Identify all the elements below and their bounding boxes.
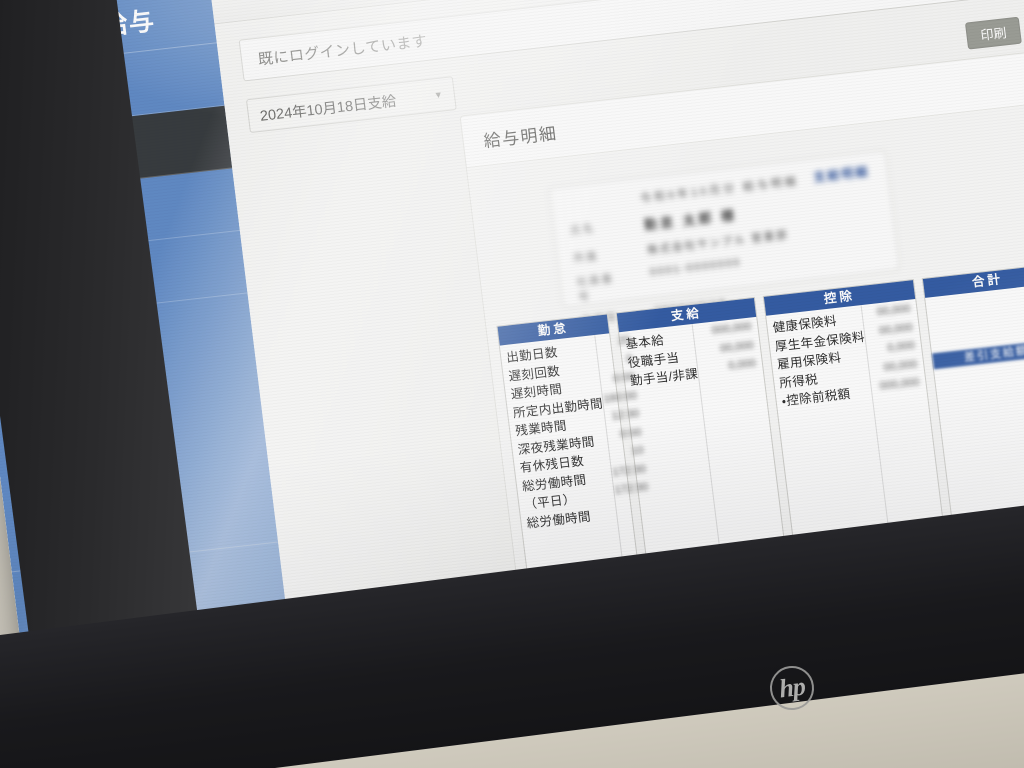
info-key: 社員番号 [575, 272, 615, 304]
period-select[interactable]: 2024年10月18日支給 ▼ [245, 76, 457, 134]
photo-scene: M Money Forward クラウド給与 ホーム 給与明 [0, 0, 1024, 768]
action-buttons: 印刷 [964, 9, 1024, 50]
info-key: 所属 [573, 250, 600, 265]
info-value: 勤怠 太郎 様 [643, 207, 738, 233]
table-rows: 出勤日数 遅刻回数 遅刻時間 所定内出勤時間 残業時間 深夜残業時間 有休残日数… [500, 330, 664, 579]
print-button[interactable]: 印刷 [964, 16, 1022, 50]
attendance-table: 勤怠 出勤日数 遅刻回数 遅刻時間 所定内出勤時間 残業時間 深夜残業時間 有休… [496, 313, 664, 585]
employee-info-card: 令和6年10月分 給与明細 支給明細 氏名 勤怠 太郎 様 所属 株式会社サンプ… [547, 149, 901, 342]
page-title: 給与明細 [232, 0, 360, 3]
deduction-table: 控除 健康保険料 厚生年金保険料 雇用保険料 所得税 ・控除前税額 00,000… [762, 279, 946, 556]
table-rows: 健康保険料 厚生年金保険料 雇用保険料 所得税 ・控除前税額 00,000 00… [766, 298, 945, 554]
info-key: 氏名 [569, 222, 596, 237]
chevron-down-icon: ▼ [433, 89, 444, 101]
info-value: 0001-0000000 [649, 256, 742, 279]
employee-card-badge: 支給明細 [812, 164, 871, 185]
table-header: 合計 [922, 264, 1024, 298]
document-icon [232, 0, 260, 3]
period-select-value: 2024年10月18日支給 [259, 93, 398, 125]
